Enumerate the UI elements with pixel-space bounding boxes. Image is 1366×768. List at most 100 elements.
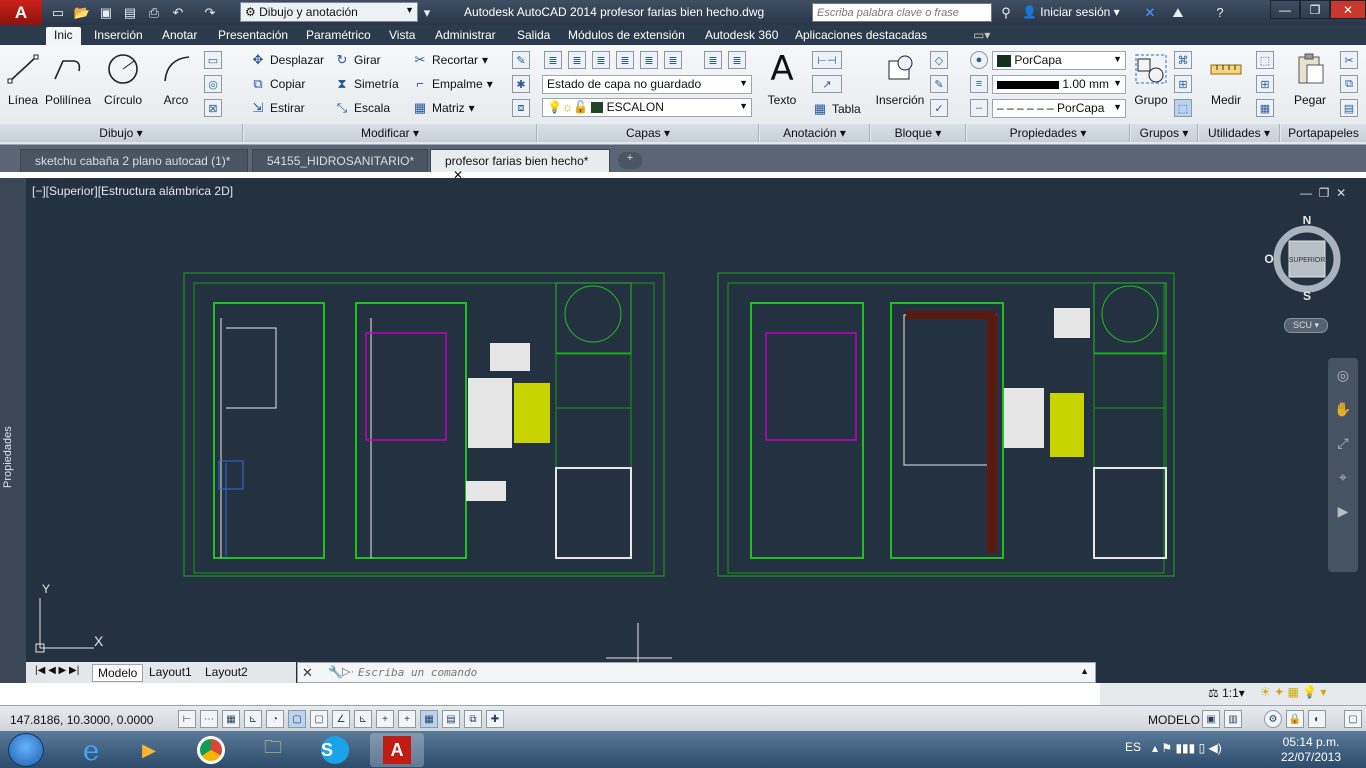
panel-portapapeles-title[interactable]: Portapapeles xyxy=(1281,124,1366,142)
print-icon[interactable]: ⎙ xyxy=(144,3,164,22)
layer-merge-icon[interactable]: ≣ xyxy=(728,51,746,69)
navigation-bar[interactable]: ◎ ✋ ⤢ ⌖ ▶ xyxy=(1328,358,1358,572)
panel-anotacion-title[interactable]: Anotación ▾ xyxy=(760,124,870,142)
search-input[interactable]: Escriba palabra clave o frase xyxy=(812,3,992,22)
skype-icon[interactable]: S xyxy=(308,733,362,767)
viewport-controls[interactable]: — ❐ ✕ xyxy=(1300,186,1346,200)
workspace-switching-icon[interactable]: ⚙ xyxy=(1264,710,1282,728)
layout-tab-layout2[interactable]: Layout2 xyxy=(200,664,253,680)
tab-administrar[interactable]: Administrar xyxy=(427,27,504,45)
clean-screen-icon[interactable]: ▢ xyxy=(1344,710,1362,728)
layer-state-icon[interactable]: ≣ xyxy=(568,51,586,69)
erase-icon[interactable]: ✎ xyxy=(512,51,530,69)
group-selection-icon[interactable]: ⬚ xyxy=(1174,99,1192,117)
tab-aplicaciones-destacadas[interactable]: Aplicaciones destacadas xyxy=(787,27,935,45)
quick-view-layouts-icon[interactable]: ▣ xyxy=(1202,710,1220,728)
annotation-scale-select[interactable]: ⚖ 1:1▾ xyxy=(1208,686,1245,700)
dynamic-input-icon[interactable]: + xyxy=(376,710,394,728)
panel-propiedades-title[interactable]: Propiedades ▾ xyxy=(967,124,1130,142)
viewcube[interactable]: SUPERIOR N S O xyxy=(1264,213,1350,303)
binoculars-search-icon[interactable]: ⚲ xyxy=(996,3,1016,22)
start-button[interactable] xyxy=(8,733,44,767)
array-button[interactable]: ▦ Matriz ▾ xyxy=(412,98,475,118)
tab-modulos-extension[interactable]: Módulos de extensión xyxy=(560,27,693,45)
panel-bloque-title[interactable]: Bloque ▾ xyxy=(871,124,966,142)
polyline-button[interactable]: Polilínea xyxy=(44,49,92,119)
coordinates-readout[interactable]: 147.8186, 10.3000, 0.0000 xyxy=(10,713,153,727)
measure-button[interactable]: Medir xyxy=(1204,49,1248,119)
infer-constraints-icon[interactable]: ⊢ xyxy=(178,710,196,728)
panel-modificar-title[interactable]: Modificar ▾ xyxy=(244,124,537,142)
undo-icon[interactable]: ↶ xyxy=(168,3,188,22)
leader-icon[interactable]: ↗ xyxy=(812,75,842,93)
panel-utilidades-title[interactable]: Utilidades ▾ xyxy=(1199,124,1280,142)
offset-icon[interactable]: ⧈ xyxy=(512,99,530,117)
fillet-button[interactable]: ⌐ Empalme ▾ xyxy=(412,74,493,94)
trim-button[interactable]: ✂ Recortar ▾ xyxy=(412,50,489,70)
tab-vista[interactable]: Vista xyxy=(381,27,423,45)
linetype-select[interactable]: – – – – – – PorCapa ▼ xyxy=(992,99,1126,118)
media-player-icon[interactable]: ▶ xyxy=(122,733,176,767)
snap-mode-icon[interactable]: ⋯ xyxy=(200,710,218,728)
text-button[interactable]: A Texto xyxy=(762,49,802,119)
object-snap-icon[interactable]: ▢ xyxy=(288,710,306,728)
wcs-menu[interactable]: SCU ▾ xyxy=(1284,318,1328,333)
tab-anotar[interactable]: Anotar xyxy=(154,27,205,45)
lineweight-select[interactable]: 1.00 mm ▼ xyxy=(992,75,1126,94)
autodesk-360-icon[interactable]: ⛰ xyxy=(1168,3,1188,22)
circle-button[interactable]: Círculo xyxy=(100,49,146,119)
dimension-icon[interactable]: ⊢⊣ xyxy=(812,51,842,69)
maximize-button[interactable]: ❐ xyxy=(1300,0,1330,19)
dynamic-ucs-icon[interactable]: ⊾ xyxy=(354,710,372,728)
close-button[interactable]: ✕ xyxy=(1330,0,1366,19)
create-block-icon[interactable]: ◇ xyxy=(930,51,948,69)
application-menu-button[interactable]: A xyxy=(0,0,42,25)
drawing-canvas[interactable]: Y X xyxy=(26,178,1366,683)
workspace-select[interactable]: ⚙ Dibujo y anotación ▼ xyxy=(240,2,418,22)
layer-state-select[interactable]: Estado de capa no guardado ▼ xyxy=(542,75,752,94)
minimize-button[interactable]: — xyxy=(1270,0,1300,19)
layer-off-icon[interactable]: ≣ xyxy=(640,51,658,69)
copy-button[interactable]: ⧉ Copiar xyxy=(250,74,305,94)
grid-display-icon[interactable]: ▦ xyxy=(222,710,240,728)
close-command-line-icon[interactable]: ✕ xyxy=(302,665,322,681)
sign-in-button[interactable]: 👤 Iniciar sesión ▾ xyxy=(1022,5,1120,19)
open-file-icon[interactable]: 📂 xyxy=(72,3,92,22)
annotation-visibility-icon[interactable]: ☀ ✦ ▦ 💡 ▾ xyxy=(1260,685,1326,699)
stretch-button[interactable]: ⇲ Estirar xyxy=(250,98,305,118)
tab-presentacion[interactable]: Presentación xyxy=(210,27,296,45)
rectangle-icon[interactable]: ▭ xyxy=(204,51,222,69)
lock-ui-icon[interactable]: 🔒 xyxy=(1286,710,1304,728)
properties-palette-strip[interactable]: Propiedades xyxy=(0,178,26,683)
tab-parametrico[interactable]: Paramétrico xyxy=(298,27,379,45)
command-input[interactable]: Escriba un comando xyxy=(358,666,477,679)
chrome-icon[interactable] xyxy=(184,733,238,767)
tab-inicio[interactable]: Inic xyxy=(46,27,81,45)
move-button[interactable]: ✥ Desplazar xyxy=(250,50,324,70)
quick-access-dropdown-icon[interactable]: ▾ xyxy=(420,3,434,22)
calculator-icon[interactable]: ▦ xyxy=(1256,99,1274,117)
edit-block-icon[interactable]: ✎ xyxy=(930,75,948,93)
tab-autodesk-360[interactable]: Autodesk 360 xyxy=(697,27,786,45)
doc-tab-profesor-farias[interactable]: profesor farias bien hecho* ✕ xyxy=(430,149,610,182)
quick-properties-icon[interactable]: ▤ xyxy=(442,710,460,728)
command-line[interactable]: ✕ 🔧 ▷· Escriba un comando ▲ xyxy=(297,662,1096,683)
layer-isolate-icon[interactable]: ≣ xyxy=(592,51,610,69)
3d-osnap-icon[interactable]: ▢ xyxy=(310,710,328,728)
language-indicator[interactable]: ES xyxy=(1125,740,1141,754)
doc-tab-hidrosanitario[interactable]: 54155_HIDROSANITARIO* xyxy=(252,149,428,172)
wrench-icon[interactable]: 🔧 xyxy=(328,665,343,679)
selection-cycling-icon[interactable]: ⧉ xyxy=(464,710,482,728)
doc-tab-sketchu[interactable]: sketchu cabaña 2 plano autocad (1)* xyxy=(20,149,248,172)
paste-button[interactable]: Pegar xyxy=(1290,49,1330,119)
group-edit-icon[interactable]: ⊞ xyxy=(1174,75,1192,93)
layer-freeze-icon[interactable]: ≣ xyxy=(616,51,634,69)
help-icon[interactable]: ? xyxy=(1210,3,1230,22)
tab-insercion[interactable]: Inserción xyxy=(86,27,151,45)
hatch-icon[interactable]: ◎ xyxy=(204,75,222,93)
explode-icon[interactable]: ✱ xyxy=(512,75,530,93)
table-button[interactable]: ▦ Tabla xyxy=(812,99,861,119)
redo-icon[interactable]: ↷ xyxy=(200,3,220,22)
polar-tracking-icon[interactable]: ◔ xyxy=(266,710,284,728)
annotation-monitor-icon[interactable]: ✚ xyxy=(486,710,504,728)
